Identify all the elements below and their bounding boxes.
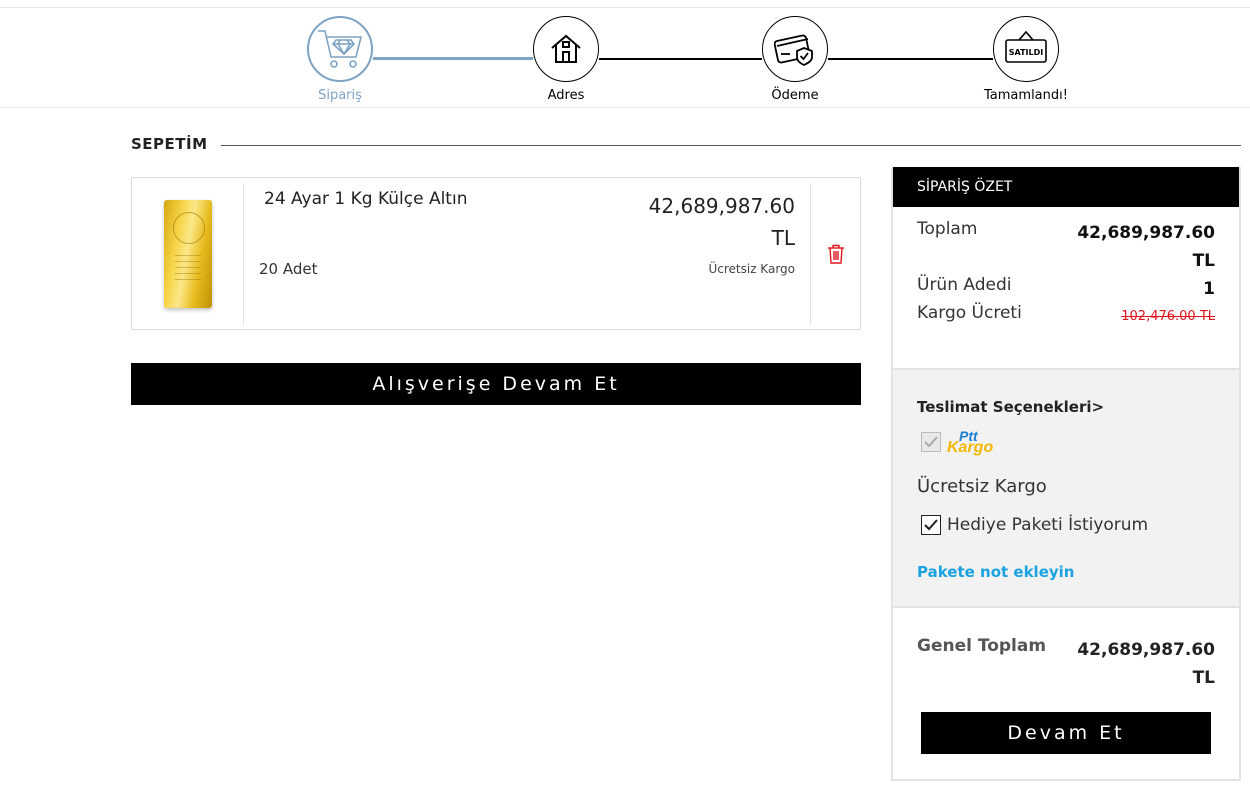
- carrier-logo-bottom: Kargo: [947, 439, 994, 456]
- summary-total-currency: TL: [1192, 251, 1215, 271]
- check-icon: [924, 436, 938, 448]
- carrier-checkbox: [921, 432, 941, 452]
- summary-header: SİPARİŞ ÖZET: [893, 167, 1239, 207]
- summary-total-value: 42,689,987.60 TL: [1077, 219, 1215, 275]
- step-label: Sipariş: [318, 88, 362, 103]
- step-label: Adres: [547, 88, 585, 103]
- order-summary: SİPARİŞ ÖZET Toplam 42,689,987.60 TL Ürü…: [891, 167, 1241, 781]
- add-note-link[interactable]: Pakete not ekleyin: [917, 563, 1074, 581]
- grand-total-area: Genel Toplam 42,689,987.60 TL Devam Et: [893, 608, 1239, 781]
- gift-package-label[interactable]: Hediye Paketi İstiyorum: [947, 515, 1148, 535]
- cart-diamond-icon: [307, 16, 373, 82]
- grand-total-currency: TL: [1192, 668, 1215, 688]
- sold-sign-icon: SATILDI: [993, 16, 1059, 82]
- summary-rows: Toplam 42,689,987.60 TL Ürün Adedi 1 Kar…: [893, 207, 1239, 370]
- product-name[interactable]: 24 Ayar 1 Kg Külçe Altın: [264, 189, 467, 209]
- summary-total-amount: 42,689,987.60: [1077, 223, 1215, 243]
- sold-sign-text: SATILDI: [1009, 48, 1044, 57]
- product-price: 42,689,987.60 TL: [595, 190, 795, 254]
- product-price-currency: TL: [771, 226, 795, 250]
- summary-shipping-row: Kargo Ücreti 102,476.00 TL: [917, 303, 1215, 331]
- gold-bar-image: [163, 200, 212, 308]
- check-icon: [924, 519, 938, 531]
- gift-package-option[interactable]: Hediye Paketi İstiyorum: [921, 515, 1148, 535]
- summary-shipping-value: 102,476.00 TL: [1121, 309, 1215, 324]
- summary-total-label: Toplam: [917, 219, 978, 239]
- product-shipping: Ücretsiz Kargo: [708, 262, 795, 276]
- grand-total-label: Genel Toplam: [917, 636, 1047, 656]
- continue-button[interactable]: Devam Et: [921, 712, 1211, 754]
- product-quantity: 20 Adet: [259, 260, 318, 278]
- product-price-value: 42,689,987.60: [648, 194, 795, 218]
- step-odeme[interactable]: Ödeme: [735, 16, 855, 103]
- carrier-option: Ptt Kargo: [921, 429, 994, 456]
- house-icon: [533, 16, 599, 82]
- summary-count-row: Ürün Adedi 1: [917, 275, 1215, 303]
- product-thumbnail[interactable]: [132, 183, 244, 325]
- checkout-progress: Sipariş Adres Ödeme SATILDI Tamamlandı!: [0, 8, 1250, 108]
- cart-title-rule: [221, 145, 1241, 146]
- trash-icon: [827, 244, 844, 264]
- summary-count-label: Ürün Adedi: [917, 275, 1012, 295]
- summary-total-row: Toplam 42,689,987.60 TL: [917, 219, 1215, 275]
- step-adres[interactable]: Adres: [506, 16, 626, 103]
- free-shipping-text: Ücretsiz Kargo: [917, 476, 1047, 497]
- step-label: Tamamlandı!: [984, 88, 1068, 103]
- grand-total-amount: 42,689,987.60: [1077, 640, 1215, 660]
- grand-total-value: 42,689,987.60 TL: [1077, 636, 1215, 692]
- summary-shipping-label: Kargo Ücreti: [917, 303, 1022, 323]
- delivery-options: Teslimat Seçenekleri> Ptt Kargo Ücretsiz…: [893, 370, 1239, 608]
- cart-title: SEPETİM: [131, 135, 208, 153]
- delete-item-button[interactable]: [810, 183, 860, 325]
- delivery-title[interactable]: Teslimat Seçenekleri>: [917, 398, 1104, 416]
- step-label: Ödeme: [771, 88, 819, 103]
- summary-count-value: 1: [1203, 279, 1215, 299]
- cart-item: 24 Ayar 1 Kg Külçe Altın 20 Adet 42,689,…: [131, 177, 861, 330]
- step-siparis[interactable]: Sipariş: [280, 16, 400, 103]
- step-tamamlandi[interactable]: SATILDI Tamamlandı!: [966, 16, 1086, 103]
- credit-card-shield-icon: [762, 16, 828, 82]
- ptt-kargo-logo: Ptt Kargo: [947, 429, 994, 456]
- continue-shopping-button[interactable]: Alışverişe Devam Et: [131, 363, 861, 405]
- gift-package-checkbox[interactable]: [921, 515, 941, 535]
